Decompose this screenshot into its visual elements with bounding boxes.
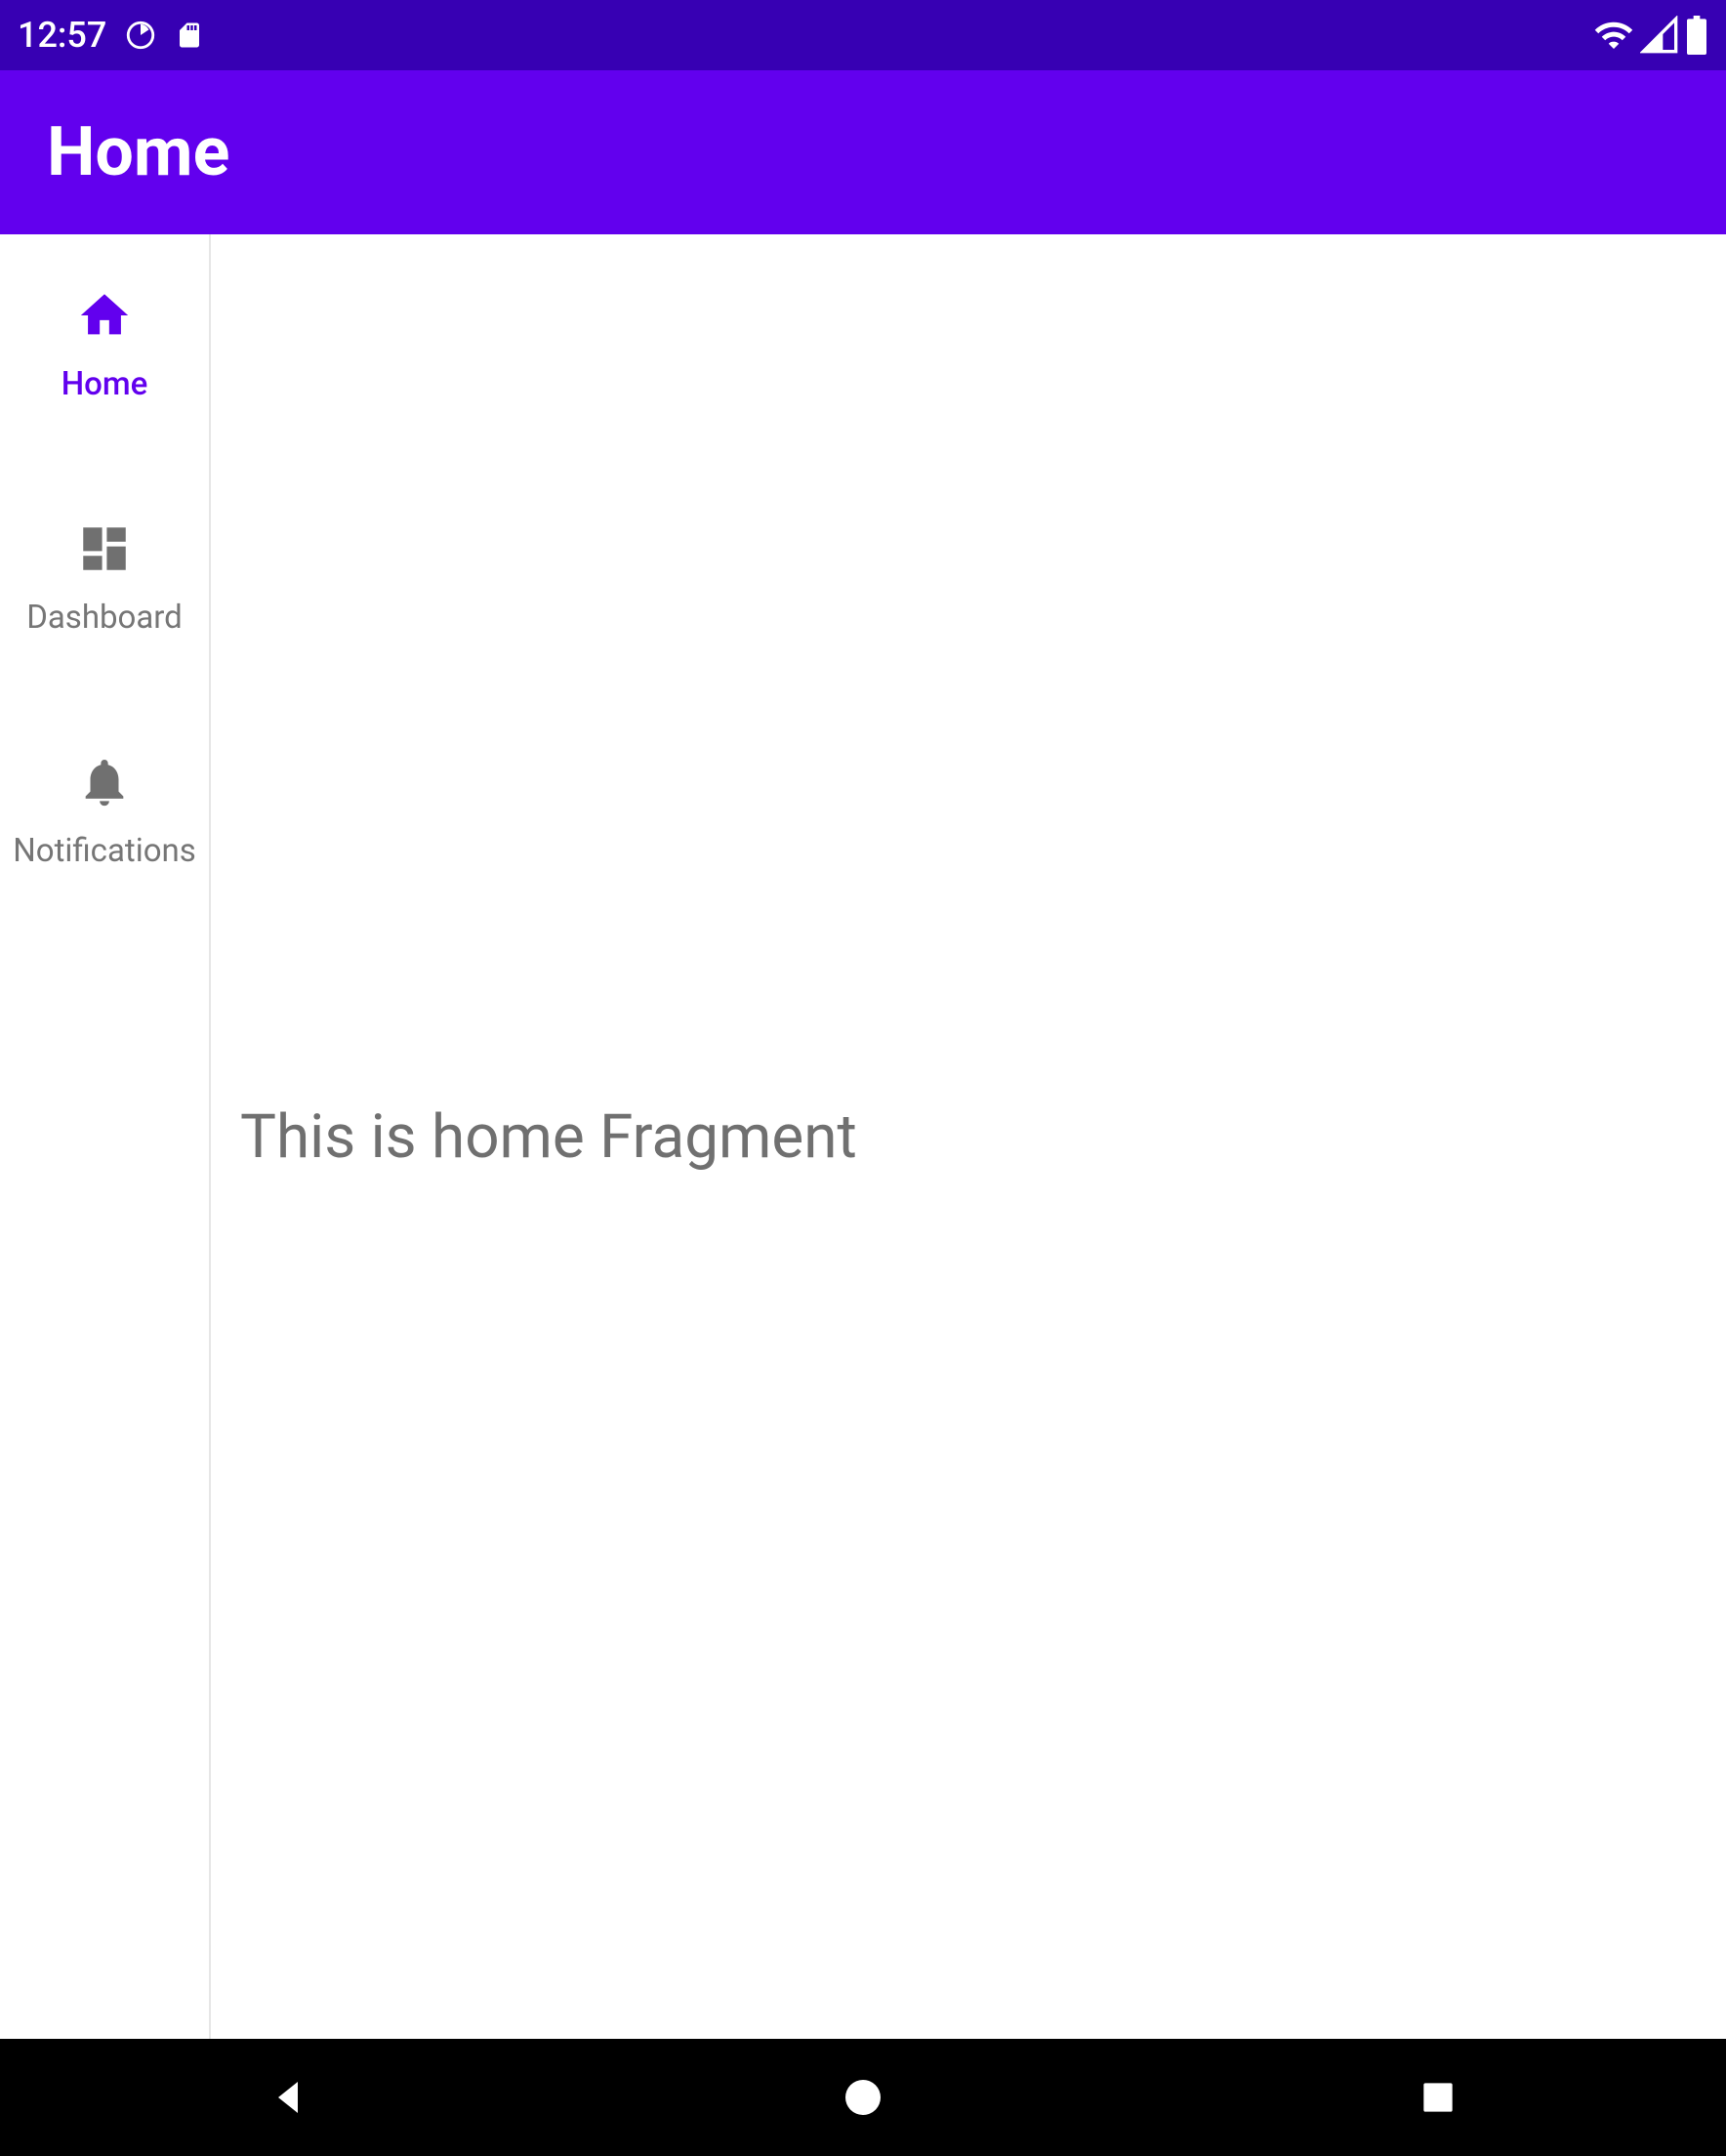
nav-label-home: Home xyxy=(62,365,148,403)
nav-label-notifications: Notifications xyxy=(13,832,196,870)
home-icon xyxy=(76,287,133,344)
nav-item-dashboard[interactable]: Dashboard xyxy=(0,520,209,637)
status-left: 12:57 xyxy=(18,15,204,56)
notifications-icon xyxy=(76,754,133,810)
back-button[interactable] xyxy=(259,2068,317,2127)
data-saver-icon xyxy=(124,19,157,52)
sd-card-icon xyxy=(175,21,204,50)
status-time: 12:57 xyxy=(18,15,106,56)
app-title: Home xyxy=(47,112,229,192)
app-bar: Home xyxy=(0,70,1726,234)
status-right xyxy=(1593,15,1708,56)
content-text: This is home Fragment xyxy=(240,1101,857,1173)
cellular-icon xyxy=(1640,16,1679,55)
content-area: This is home Fragment xyxy=(211,234,1726,2039)
dashboard-icon xyxy=(76,520,133,577)
system-nav-bar xyxy=(0,2039,1726,2156)
main-layout: Home Dashboard Notifications This is hom… xyxy=(0,234,1726,2039)
status-bar: 12:57 xyxy=(0,0,1726,70)
nav-rail: Home Dashboard Notifications xyxy=(0,234,211,2039)
nav-item-notifications[interactable]: Notifications xyxy=(0,754,209,870)
nav-item-home[interactable]: Home xyxy=(0,287,209,403)
battery-icon xyxy=(1685,16,1708,55)
recent-apps-button[interactable] xyxy=(1409,2068,1467,2127)
nav-label-dashboard: Dashboard xyxy=(26,599,183,637)
home-button[interactable] xyxy=(834,2068,892,2127)
wifi-icon xyxy=(1593,15,1634,56)
